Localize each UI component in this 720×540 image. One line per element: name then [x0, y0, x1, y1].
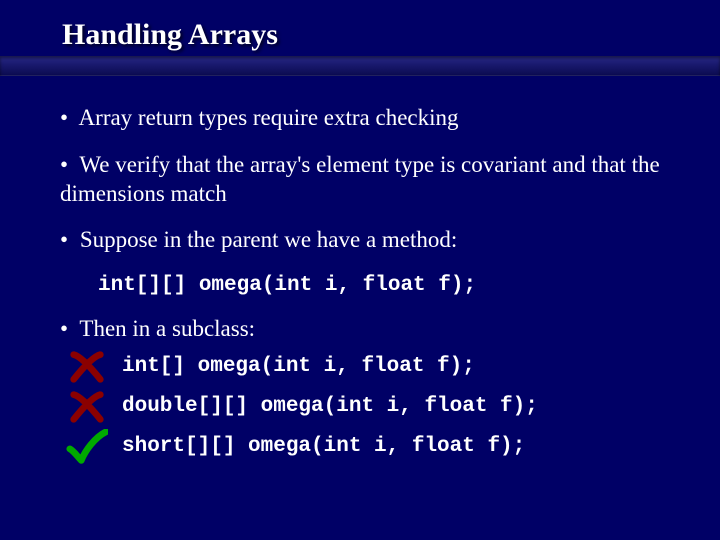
bullet-text: Suppose in the parent we have a method: — [80, 227, 457, 252]
code-text: int[] omega(int i, float f); — [122, 354, 475, 380]
cross-icon — [66, 350, 108, 384]
bullet-dot: • — [60, 316, 68, 341]
bullet-item: • We verify that the array's element typ… — [60, 151, 680, 209]
title-area: Handling Arrays — [0, 0, 720, 52]
bullet-item: • Array return types require extra check… — [60, 104, 680, 133]
code-text: int[][] omega(int i, float f); — [98, 274, 476, 297]
check-icon — [66, 430, 108, 464]
cross-icon — [66, 390, 108, 424]
bullet-dot: • — [60, 152, 68, 177]
bullet-dot: • — [60, 105, 68, 130]
slide-title: Handling Arrays — [62, 18, 720, 52]
subclass-example-row: double[][] omega(int i, float f); — [60, 390, 680, 424]
parent-code-line: int[][] omega(int i, float f); — [60, 269, 680, 299]
code-text: short[][] omega(int i, float f); — [122, 434, 525, 460]
title-underline-bar — [0, 56, 720, 76]
code-text: double[][] omega(int i, float f); — [122, 394, 538, 420]
bullet-text: We verify that the array's element type … — [60, 152, 660, 206]
bullet-dot: • — [60, 227, 68, 252]
slide-content: • Array return types require extra check… — [0, 76, 720, 464]
subclass-example-row: short[][] omega(int i, float f); — [60, 430, 680, 464]
bullet-text: Array return types require extra checkin… — [79, 105, 459, 130]
bullet-item: • Suppose in the parent we have a method… — [60, 226, 680, 255]
bullet-item: • Then in a subclass: — [60, 315, 680, 344]
subclass-example-row: int[] omega(int i, float f); — [60, 350, 680, 384]
bullet-text: Then in a subclass: — [79, 316, 255, 341]
